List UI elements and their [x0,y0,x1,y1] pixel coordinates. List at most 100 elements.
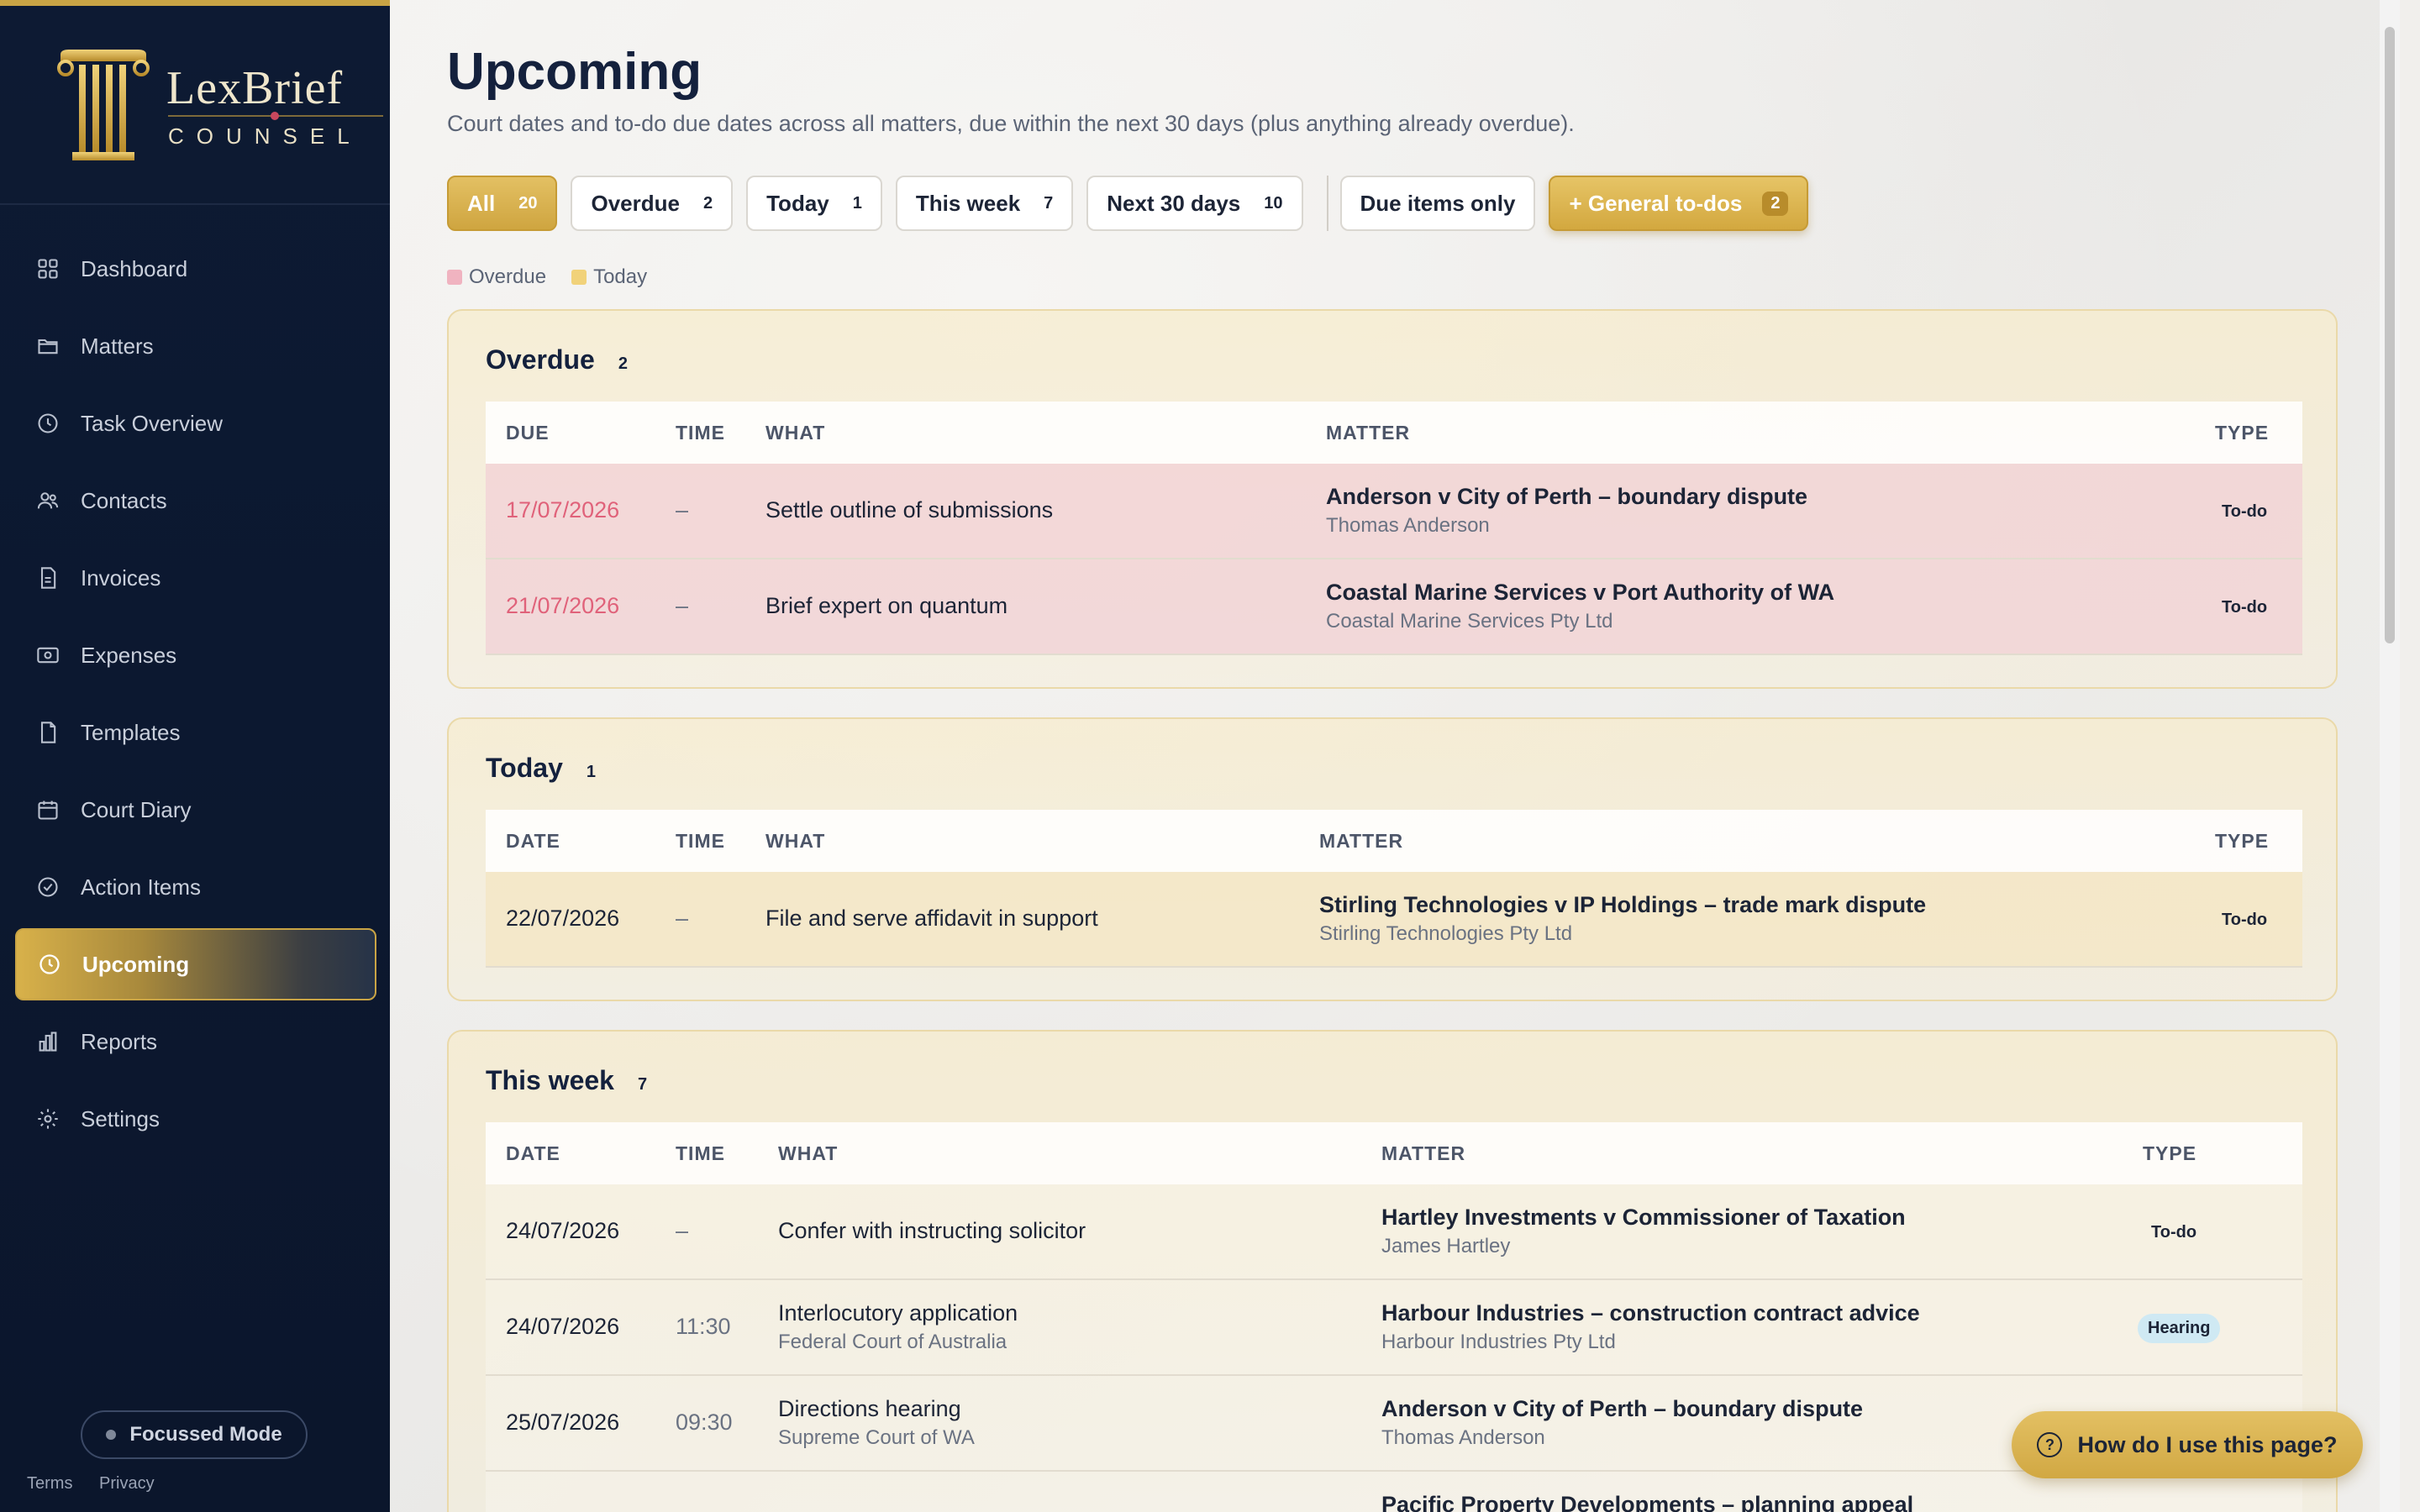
sidebar-item-contacts[interactable]: Contacts [15,465,376,537]
row-time: 11:30 [676,1314,731,1339]
filter-label: This week [915,190,1021,216]
filter-label: Overdue [591,190,680,216]
row-client: Stirling Technologies Pty Ltd [1319,922,1573,945]
col-what[interactable]: WHAT [778,1142,838,1165]
filter-due-items-only[interactable]: Due items only [1339,176,1536,231]
table-header: DATE TIME WHAT MATTER TYPE [486,1122,2302,1184]
focussed-mode-button[interactable]: Focussed Mode [81,1410,308,1459]
row-what: File and serve affidavit in support [765,906,1098,931]
sidebar-item-label: Court Diary [81,796,192,822]
table-row[interactable]: 22/07/2026 – File and serve affidavit in… [486,872,2302,968]
row-matter[interactable]: Stirling Technologies v IP Holdings – tr… [1319,892,1926,918]
filter-today[interactable]: Today 1 [746,176,882,231]
row-time: – [676,906,689,931]
sidebar-item-label: Action Items [81,874,202,900]
gear-icon [35,1106,60,1131]
overdue-table: DUE TIME WHAT MATTER TYPE 17/07/2026 – S… [486,402,2302,655]
row-matter[interactable]: Harbour Industries – construction contra… [1381,1300,1920,1326]
legend-label: Today [593,265,648,288]
row-type-badge: To-do [2222,911,2268,929]
row-matter[interactable]: Hartley Investments v Commissioner of Ta… [1381,1205,1906,1231]
filter-general-todos[interactable]: + General to-dos 2 [1549,176,1809,231]
section-count: 1 [586,763,596,781]
row-matter[interactable]: Anderson v City of Perth – boundary disp… [1326,484,1807,510]
bar-chart-icon [35,1029,60,1054]
main-content: Upcoming Court dates and to-do due dates… [390,0,2400,1512]
brand-logo[interactable]: LexBrief COUNSEL [57,46,383,172]
sidebar-item-settings[interactable]: Settings [15,1083,376,1155]
sidebar-item-label: Invoices [81,564,161,591]
col-date[interactable]: DATE [506,830,560,853]
section-title-text: Today [486,753,563,783]
grid-icon [35,256,60,281]
sidebar-item-templates[interactable]: Templates [15,696,376,769]
section-title: This week 7 [486,1065,647,1096]
filter-label: All [467,190,496,216]
row-matter[interactable]: Coastal Marine Services v Port Authority… [1326,580,1834,606]
col-matter[interactable]: MATTER [1319,830,1403,853]
row-what: Directions hearing [778,1396,961,1421]
filter-next-30-days[interactable]: Next 30 days 10 [1086,176,1303,231]
table-header: DATE TIME WHAT MATTER TYPE [486,810,2302,872]
filter-this-week[interactable]: This week 7 [895,176,1074,231]
row-date: 24/07/2026 [506,1218,620,1243]
filter-label: + General to-dos [1569,190,1743,216]
terms-link[interactable]: Terms [27,1474,72,1493]
table-row[interactable]: 17/07/2026 – Settle outline of submissio… [486,464,2302,559]
sidebar-item-label: Matters [81,333,154,359]
row-matter[interactable]: Anderson v City of Perth – boundary disp… [1381,1396,1863,1422]
scrollbar[interactable] [2380,0,2400,1512]
sidebar-item-dashboard[interactable]: Dashboard [15,233,376,305]
sidebar-item-label: Contacts [81,487,167,513]
section-overdue: Overdue 2 DUE TIME WHAT MATTER TYPE 17/0… [447,309,2338,689]
col-type[interactable]: TYPE [2215,422,2269,444]
filter-overdue[interactable]: Overdue 2 [571,176,734,231]
filter-divider [1326,176,1328,231]
sidebar-item-expenses[interactable]: Expenses [15,619,376,691]
sidebar-item-reports[interactable]: Reports [15,1005,376,1078]
sidebar-item-matters[interactable]: Matters [15,310,376,382]
row-matter[interactable]: Pacific Property Developments – planning… [1381,1492,1913,1512]
sidebar-item-task-overview[interactable]: Task Overview [15,387,376,459]
col-time[interactable]: TIME [676,830,725,853]
filter-all[interactable]: All 20 [447,176,558,231]
table-row[interactable]: 24/07/2026 11:30 Interlocutory applicati… [486,1280,2302,1376]
row-what: Interlocutory application [778,1300,1018,1326]
row-type-badge: Hearing [2138,1314,2221,1343]
col-time[interactable]: TIME [676,1142,725,1165]
privacy-link[interactable]: Privacy [99,1474,155,1493]
today-table: DATE TIME WHAT MATTER TYPE 22/07/2026 – … [486,810,2302,968]
brand-subtitle: COUNSEL [168,123,362,149]
col-what[interactable]: WHAT [765,830,825,853]
row-court: Federal Court of Australia [778,1331,1007,1353]
sidebar-item-upcoming[interactable]: Upcoming [15,928,376,1000]
col-what[interactable]: WHAT [765,422,825,444]
clock-icon [37,952,62,977]
table-row[interactable]: Pacific Property Developments – planning… [486,1472,2302,1512]
filter-count: 10 [1264,193,1283,213]
col-date[interactable]: DATE [506,1142,560,1165]
filter-count: 20 [518,193,538,213]
sidebar-item-label: Reports [81,1028,158,1054]
row-type-badge: To-do [2222,502,2268,521]
col-matter[interactable]: MATTER [1381,1142,1465,1165]
sidebar-item-invoices[interactable]: Invoices [15,542,376,614]
filter-label: Due items only [1360,190,1516,216]
table-row[interactable]: 21/07/2026 – Brief expert on quantum Coa… [486,559,2302,655]
sidebar-item-action-items[interactable]: Action Items [15,851,376,923]
help-button[interactable]: ? How do I use this page? [2012,1411,2363,1478]
filter-label: Today [766,190,829,216]
sidebar-item-court-diary[interactable]: Court Diary [15,774,376,846]
table-row[interactable]: 24/07/2026 – Confer with instructing sol… [486,1184,2302,1280]
section-count: 7 [637,1075,648,1094]
sidebar: LexBrief COUNSEL Dashboard Matters Task … [0,0,390,1512]
col-type[interactable]: TYPE [2215,830,2269,853]
scrollbar-thumb[interactable] [2385,27,2395,643]
col-matter[interactable]: MATTER [1326,422,1410,444]
section-title: Overdue 2 [486,344,628,375]
col-due[interactable]: DUE [506,422,550,444]
col-time[interactable]: TIME [676,422,725,444]
section-title: Today 1 [486,753,596,784]
legend: Overdue Today [447,265,672,289]
col-type[interactable]: TYPE [2143,1142,2196,1165]
